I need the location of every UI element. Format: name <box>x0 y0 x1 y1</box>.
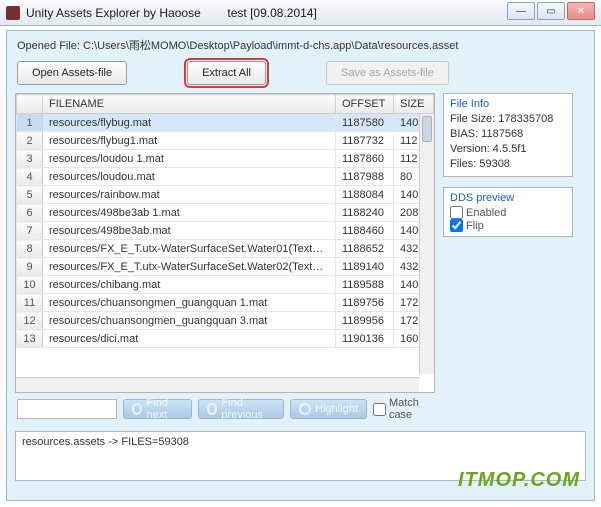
match-case-checkbox[interactable]: Match case <box>373 397 433 421</box>
extract-all-button[interactable]: Extract All <box>187 61 266 85</box>
maximize-button[interactable]: ▭ <box>537 2 565 20</box>
table-row[interactable]: 6resources/498be3ab 1.mat1188240208 <box>17 204 434 222</box>
opened-file-label: Opened File: C:\Users\雨松MOMO\Desktop\Pay… <box>7 31 594 57</box>
dds-enabled-checkbox[interactable]: Enabled <box>450 206 566 219</box>
dds-preview-panel: DDS preview Enabled Flip <box>443 187 573 237</box>
col-rownum[interactable] <box>17 95 43 114</box>
dds-heading: DDS preview <box>450 192 566 204</box>
find-next-button[interactable]: Find next <box>123 399 192 419</box>
client-area: Opened File: C:\Users\雨松MOMO\Desktop\Pay… <box>6 30 595 501</box>
find-previous-button[interactable]: Find previous <box>198 399 284 419</box>
vertical-scrollbar[interactable] <box>419 114 434 374</box>
file-info-panel: File Info File Size: 178335708 BIAS: 118… <box>443 93 573 177</box>
save-assets-button: Save as Assets-file <box>326 61 449 85</box>
col-offset[interactable]: OFFSET <box>336 95 394 114</box>
table-row[interactable]: 4resources/loudou.mat118798880 <box>17 168 434 186</box>
file-info-heading: File Info <box>450 98 566 110</box>
app-icon <box>6 6 20 20</box>
titlebar: Unity Assets Explorer by Haoose test [09… <box>0 0 601 26</box>
open-assets-button[interactable]: Open Assets-file <box>17 61 127 85</box>
table-row[interactable]: 5resources/rainbow.mat1188084140 <box>17 186 434 204</box>
watermark: ITMOP.COM <box>458 469 580 492</box>
search-input[interactable] <box>17 399 117 419</box>
table-row[interactable]: 7resources/498be3ab.mat1188460140 <box>17 222 434 240</box>
window-title: Unity Assets Explorer by Haoose test [09… <box>26 6 317 20</box>
table-row[interactable]: 1resources/flybug.mat1187580140 <box>17 114 434 132</box>
close-button[interactable]: ✕ <box>567 2 595 20</box>
table-row[interactable]: 13resources/dici.mat1190136160 <box>17 330 434 348</box>
minimize-button[interactable]: — <box>507 2 535 20</box>
horizontal-scrollbar[interactable] <box>16 377 419 392</box>
find-prev-icon <box>207 403 218 415</box>
search-bar: Find next Find previous Highlight Match … <box>15 393 435 425</box>
table-row[interactable]: 2resources/flybug1.mat1187732112 <box>17 132 434 150</box>
toolbar: Open Assets-file Extract All Save as Ass… <box>7 57 594 93</box>
highlight-button[interactable]: Highlight <box>290 399 367 419</box>
find-next-icon <box>132 403 142 415</box>
table-row[interactable]: 8resources/FX_E_T.utx-WaterSurfaceSet.Wa… <box>17 240 434 258</box>
table-row[interactable]: 12resources/chuansongmen_guangquan 3.mat… <box>17 312 434 330</box>
dds-flip-checkbox[interactable]: Flip <box>450 219 566 232</box>
col-size[interactable]: SIZE <box>394 95 434 114</box>
col-filename[interactable]: FILENAME <box>43 95 336 114</box>
table-row[interactable]: 3resources/loudou 1.mat1187860112 <box>17 150 434 168</box>
table-row[interactable]: 9resources/FX_E_T.utx-WaterSurfaceSet.Wa… <box>17 258 434 276</box>
file-table[interactable]: FILENAME OFFSET SIZE 1resources/flybug.m… <box>15 93 435 393</box>
table-row[interactable]: 11resources/chuansongmen_guangquan 1.mat… <box>17 294 434 312</box>
table-row[interactable]: 10resources/chibang.mat1189588140 <box>17 276 434 294</box>
highlight-icon <box>299 403 311 415</box>
